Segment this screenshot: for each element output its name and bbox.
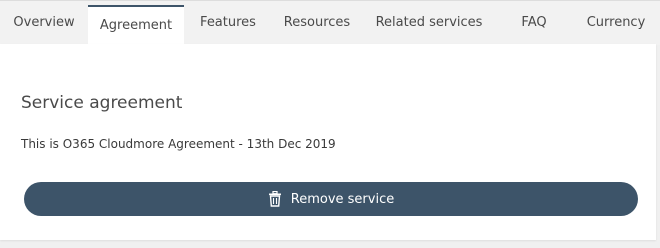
trash-icon bbox=[268, 191, 282, 207]
section-heading: Service agreement bbox=[21, 93, 183, 113]
tab-resources[interactable]: Resources bbox=[272, 1, 362, 45]
agreement-panel: Service agreement This is O365 Cloudmore… bbox=[0, 44, 656, 240]
tab-features[interactable]: Features bbox=[184, 1, 272, 45]
tab-overview[interactable]: Overview bbox=[0, 1, 88, 45]
agreement-text: This is O365 Cloudmore Agreement - 13th … bbox=[21, 137, 336, 151]
remove-service-button[interactable]: Remove service bbox=[24, 182, 638, 216]
remove-service-label: Remove service bbox=[290, 191, 395, 207]
tab-currency[interactable]: Currency bbox=[572, 1, 660, 45]
tab-related-services[interactable]: Related services bbox=[362, 1, 496, 45]
tab-bar: Overview Agreement Features Resources Re… bbox=[0, 0, 660, 45]
tab-faq[interactable]: FAQ bbox=[496, 1, 572, 45]
tab-agreement[interactable]: Agreement bbox=[88, 5, 184, 45]
